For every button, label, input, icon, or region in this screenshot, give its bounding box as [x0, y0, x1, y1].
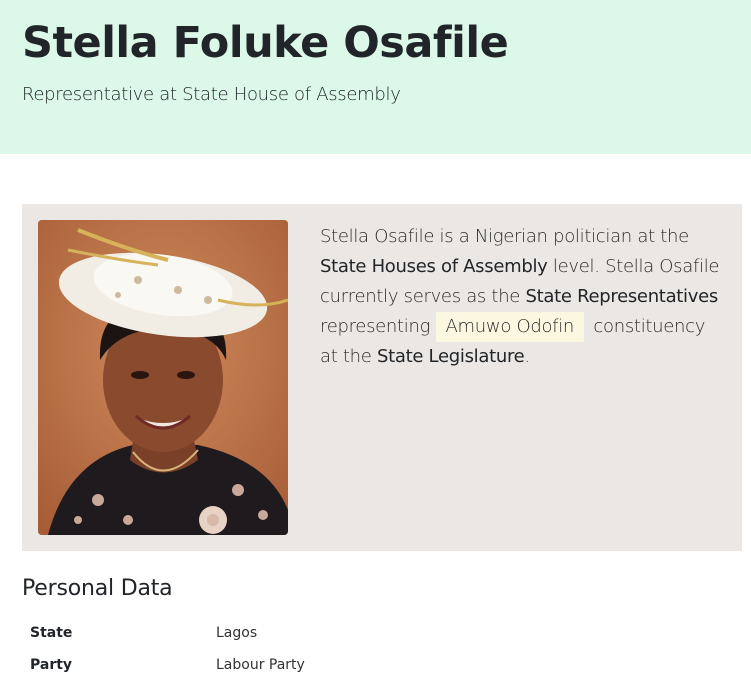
page-title: Stella Foluke Osafile: [22, 18, 509, 68]
bio-text-5: .: [524, 346, 530, 367]
bio-card: Stella Osafile is a Nigerian politician …: [22, 204, 742, 551]
row-value: Lagos: [216, 625, 258, 641]
bio-text: Stella Osafile is a Nigerian politician …: [320, 222, 725, 372]
profile-photo: [38, 220, 288, 535]
constituency-badge[interactable]: Amuwo Odofin: [435, 312, 585, 342]
position-title: State Representatives: [525, 286, 719, 307]
role-subtitle: Representative at State House of Assembl…: [22, 84, 401, 105]
profile-header: Stella Foluke Osafile Representative at …: [0, 0, 751, 154]
bio-text-3: representing: [320, 316, 436, 337]
row-label: Party: [30, 657, 73, 673]
personal-data-heading: Personal Data: [22, 576, 173, 601]
bio-text-1: Stella Osafile is a Nigerian politician …: [320, 226, 689, 247]
legislature-name: State Legislature: [376, 346, 525, 367]
row-label: State: [30, 625, 73, 641]
row-value: Labour Party: [216, 657, 305, 673]
assembly-level: State Houses of Assembly: [320, 256, 548, 277]
